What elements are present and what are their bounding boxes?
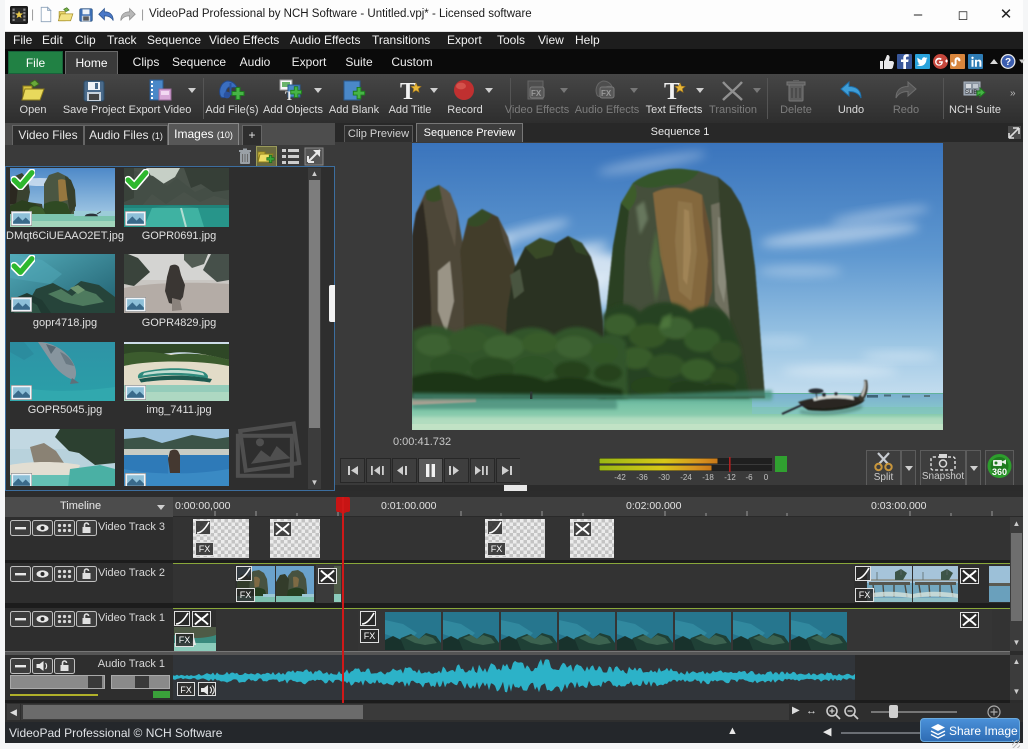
svg-text:0: 0 bbox=[764, 473, 769, 482]
svg-text:-30: -30 bbox=[658, 473, 670, 482]
svg-text:-18: -18 bbox=[702, 473, 714, 482]
svg-text:0:00:00,000: 0:00:00,000 bbox=[175, 500, 231, 512]
svg-text:-12: -12 bbox=[724, 473, 736, 482]
svg-text:FX: FX bbox=[601, 89, 612, 98]
svg-text:?: ? bbox=[1005, 57, 1011, 68]
svg-text:FX: FX bbox=[531, 89, 542, 98]
svg-text:-6: -6 bbox=[745, 473, 753, 482]
svg-text:0:02:00.000: 0:02:00.000 bbox=[626, 500, 682, 512]
svg-text:-24: -24 bbox=[680, 473, 692, 482]
svg-text:360: 360 bbox=[992, 467, 1007, 477]
svg-text:-42: -42 bbox=[614, 473, 626, 482]
svg-text:-36: -36 bbox=[636, 473, 648, 482]
svg-text:SUB: SUB bbox=[965, 90, 977, 96]
svg-text:0:01:00.000: 0:01:00.000 bbox=[381, 500, 437, 512]
svg-text:0:03:00.000: 0:03:00.000 bbox=[871, 500, 927, 512]
